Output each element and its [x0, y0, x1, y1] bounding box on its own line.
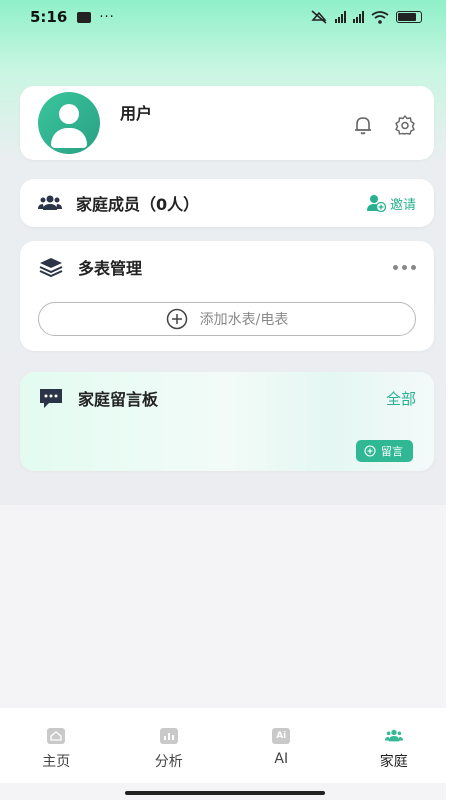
bottom-tab-bar: 主页 分析 Ai AI 家庭 [0, 708, 450, 783]
tab-family-label: 家庭 [379, 754, 408, 770]
message-board-title: 家庭留言板 [78, 390, 159, 409]
status-time: 5:16 [30, 8, 68, 26]
add-meter-button[interactable]: 添加水表/电表 [38, 302, 416, 336]
message-notification-icon [77, 11, 92, 23]
home-icon [47, 728, 66, 744]
tab-family[interactable]: 家庭 [338, 708, 450, 783]
more-notifications-icon: ··· [99, 9, 115, 25]
screen-edge [446, 0, 450, 800]
meter-management-title: 多表管理 [78, 259, 143, 278]
more-options-icon[interactable] [393, 264, 416, 270]
tab-ai-label: AI [274, 751, 289, 767]
chart-icon [159, 728, 178, 744]
chat-icon [40, 389, 62, 408]
family-members-card[interactable]: 家庭成员（0人） 邀请 [20, 179, 434, 227]
username: 用户 [120, 104, 153, 123]
signal-1-icon [335, 11, 346, 23]
home-indicator-area [0, 783, 450, 800]
members-icon [38, 195, 62, 210]
ai-icon: Ai [272, 728, 291, 744]
family-icon [384, 728, 403, 744]
mute-icon [311, 10, 327, 24]
message-board-card: 家庭留言板 全部 留言 [20, 372, 434, 471]
add-user-icon [366, 195, 386, 212]
gear-icon[interactable] [394, 114, 416, 136]
tab-home[interactable]: 主页 [0, 708, 113, 783]
view-all-link[interactable]: 全部 [386, 388, 416, 409]
tab-analysis-label: 分析 [154, 754, 183, 770]
invite-button[interactable]: 邀请 [366, 194, 416, 213]
invite-label: 邀请 [389, 197, 416, 213]
meter-management-card: 多表管理 添加水表/电表 [20, 241, 434, 351]
wifi-icon [371, 10, 389, 24]
plus-circle-icon [166, 308, 187, 330]
leave-message-button[interactable]: 留言 [356, 440, 413, 462]
tab-home-label: 主页 [42, 754, 71, 770]
profile-card[interactable]: 用户 [20, 86, 434, 160]
layers-icon [39, 258, 63, 278]
status-bar: 5:16 ··· [0, 0, 450, 34]
family-members-title: 家庭成员（0人） [76, 195, 200, 214]
leave-message-label: 留言 [381, 445, 403, 458]
signal-2-icon [353, 11, 364, 23]
add-meter-label: 添加水表/电表 [199, 312, 289, 328]
tab-analysis[interactable]: 分析 [113, 708, 226, 783]
tab-ai[interactable]: Ai AI [225, 708, 338, 783]
avatar[interactable] [38, 92, 100, 154]
home-indicator [125, 791, 325, 795]
bell-icon[interactable] [352, 114, 374, 136]
plus-circle-small-icon [364, 445, 376, 457]
battery-icon [396, 11, 422, 23]
